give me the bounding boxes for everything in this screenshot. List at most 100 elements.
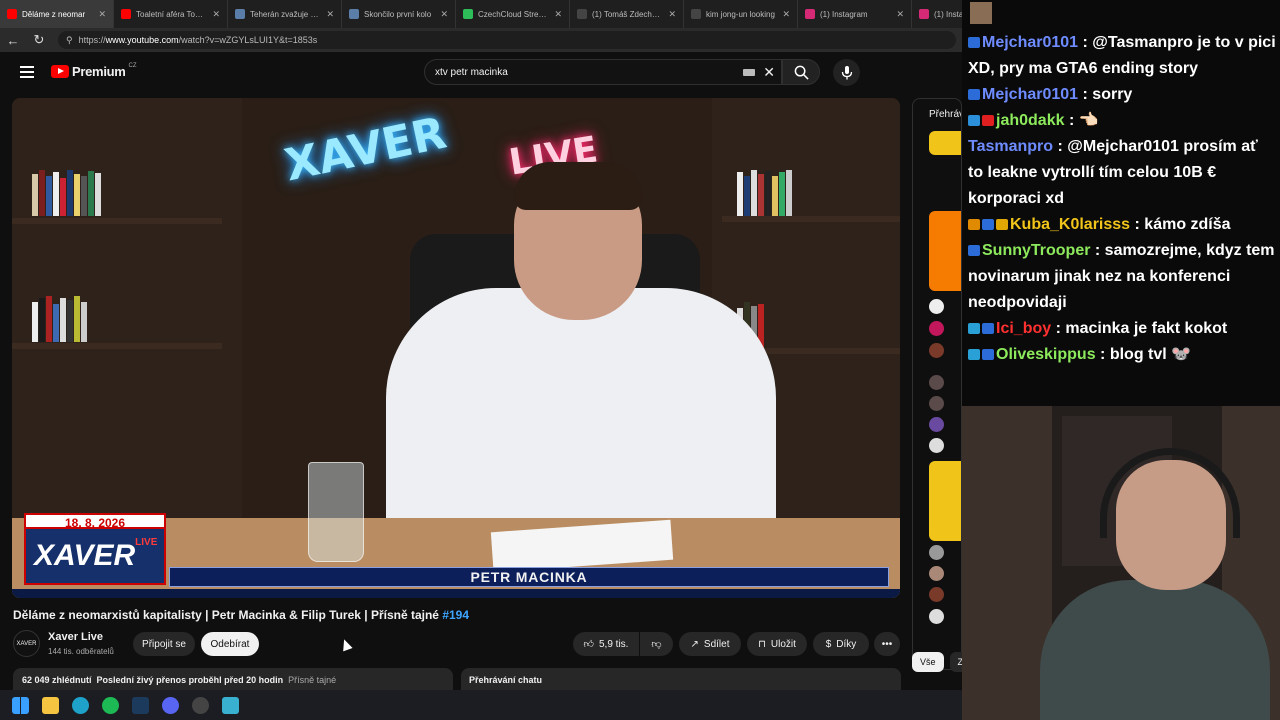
chat-badge-icon — [968, 349, 980, 360]
thanks-button[interactable]: $ Díky — [813, 632, 869, 656]
channel-name[interactable]: Xaver Live — [48, 631, 103, 643]
chat-badge-icon — [968, 115, 980, 126]
tab-favicon-icon — [349, 9, 359, 19]
browser-tab[interactable]: Toaletní aféra Tomia ✕ — [114, 0, 228, 28]
tab-favicon-icon — [7, 9, 17, 19]
search-icon — [794, 65, 809, 80]
tab-close-icon[interactable]: ✕ — [554, 9, 562, 20]
lower-third-name: PETR MACINKA — [169, 567, 889, 587]
video-title-text: Děláme z neomarxistů kapitalisty | Petr … — [13, 608, 439, 622]
tab-close-icon[interactable]: ✕ — [896, 9, 904, 20]
chat-user-avatar[interactable] — [929, 375, 944, 390]
superchat-card[interactable] — [929, 461, 961, 541]
chat-username: Tasmanpro — [968, 138, 1054, 155]
chat-user-avatar[interactable] — [929, 321, 944, 336]
search-button[interactable] — [782, 59, 820, 85]
clear-icon[interactable]: ✕ — [763, 64, 775, 81]
lower-third-strip — [12, 589, 900, 598]
chat-replay-bar[interactable]: Přehrávání chatu — [461, 668, 901, 690]
address-bar[interactable]: ⚲ https://www.youtube.com/watch?v=wZGYLs… — [58, 31, 956, 49]
chat-user-avatar[interactable] — [929, 545, 944, 560]
search-input[interactable]: xtv petr macinka ✕ — [424, 59, 782, 85]
file-explorer-icon[interactable] — [42, 696, 59, 714]
windows-start-icon[interactable] — [12, 696, 29, 714]
reload-icon[interactable]: ↻ — [32, 32, 46, 48]
chat-username: jah0dakk — [996, 112, 1065, 129]
subscribe-button[interactable]: Odebírat — [201, 632, 259, 656]
streamer-body — [1040, 580, 1270, 720]
chat-user-avatar[interactable] — [929, 566, 944, 581]
obs-icon[interactable] — [192, 696, 209, 714]
chat-badge-icon — [982, 219, 994, 230]
tab-title: (1) Instagr — [934, 9, 962, 19]
keyboard-icon[interactable] — [743, 68, 756, 76]
thumbs-down-icon: 👎︎ — [651, 639, 662, 650]
edge-browser-icon[interactable] — [72, 696, 89, 714]
browser-tab[interactable]: (1) Tomáš Zdechovsk ✕ — [570, 0, 684, 28]
chat-user-avatar[interactable] — [929, 299, 944, 314]
chat-user-avatar[interactable] — [929, 587, 944, 602]
description-box[interactable]: 62 049 zhlédnutí Poslední živý přenos pr… — [13, 668, 453, 690]
chat-badge-icon — [968, 323, 980, 334]
more-actions-button[interactable]: ••• — [874, 632, 900, 656]
channel-avatar[interactable]: XAVER — [13, 630, 40, 657]
steam-icon[interactable] — [132, 696, 149, 714]
stream-info: Poslední živý přenos proběhl před 20 hod… — [96, 675, 284, 685]
shelf-board — [12, 343, 222, 349]
view-count: 62 049 zhlédnutí — [22, 675, 92, 685]
filter-all-pill[interactable]: Vše — [912, 652, 944, 672]
chat-pinned-message[interactable] — [929, 131, 961, 155]
channel-avatar-text: XAVER — [16, 640, 37, 647]
chat-user-avatar[interactable] — [929, 609, 944, 624]
browser-tab[interactable]: kim jong-un looking ✕ — [684, 0, 798, 28]
chat-user-avatar[interactable] — [929, 396, 944, 411]
tab-title: Toaletní aféra Tomia — [136, 9, 208, 19]
chat-user-avatar[interactable] — [929, 417, 944, 432]
bookmark-icon: ⊓ — [758, 638, 766, 650]
share-button[interactable]: ↗ Sdílet — [679, 632, 741, 656]
shelf-board — [12, 218, 222, 224]
dislike-button[interactable]: 👎︎ — [640, 632, 673, 656]
browser-tab[interactable]: (1) Instagr✕ — [912, 0, 962, 28]
browser-tab[interactable]: CzechCloud Stream ✕ — [456, 0, 570, 28]
back-icon[interactable]: ← — [6, 33, 20, 48]
overlay-top-bar — [962, 0, 1280, 28]
notepad-icon[interactable] — [222, 696, 239, 714]
tab-close-icon[interactable]: ✕ — [98, 9, 106, 20]
tab-close-icon[interactable]: ✕ — [440, 9, 448, 20]
stream-chat-message: Mejchar0101 : sorry — [968, 82, 1276, 108]
youtube-premium-logo[interactable]: Premium CZ — [51, 62, 137, 79]
tab-favicon-icon — [235, 9, 245, 19]
like-button[interactable]: 👍︎ 5,9 tis. — [573, 632, 639, 656]
browser-tab-bar: Děláme z neomar ✕ Toaletní aféra Tomia ✕ Teh… — [0, 0, 962, 28]
logo-region: CZ — [128, 62, 137, 69]
chat-badge-icon — [982, 349, 994, 360]
save-button[interactable]: ⊓ Uložit — [747, 632, 807, 656]
chat-user-avatar[interactable] — [929, 438, 944, 453]
browser-tab[interactable]: Teherán zvažuje útok ✕ — [228, 0, 342, 28]
share-label: Sdílet — [703, 638, 730, 650]
menu-icon[interactable] — [20, 66, 34, 78]
tab-close-icon[interactable]: ✕ — [212, 9, 220, 20]
tab-close-icon[interactable]: ✕ — [668, 9, 676, 20]
browser-tab[interactable]: (1) Instagram ✕ — [798, 0, 912, 28]
stream-chat-overlay: Mejchar0101 : @Tasmanpro je to v pici XD… — [962, 28, 1280, 406]
superchat-card[interactable] — [929, 211, 961, 291]
join-button[interactable]: Připojit se — [133, 632, 195, 656]
spotify-icon[interactable] — [102, 696, 119, 714]
video-title-hashtag[interactable]: #194 — [442, 608, 469, 622]
discord-icon[interactable] — [162, 696, 179, 714]
video-player[interactable]: XAVER LIVE 18. 8. 2026 XAVER LIVE PETR MA… — [12, 98, 900, 598]
streamer-avatar — [970, 2, 992, 24]
chat-user-avatar[interactable] — [929, 343, 944, 358]
description-tag[interactable]: Přísně tajné — [288, 675, 336, 685]
site-info-icon[interactable]: ⚲ — [66, 35, 73, 46]
tab-close-icon[interactable]: ✕ — [782, 9, 790, 20]
tab-close-icon[interactable]: ✕ — [326, 9, 334, 20]
save-label: Uložit — [770, 638, 796, 650]
voice-search-button[interactable] — [833, 59, 860, 86]
browser-tab[interactable]: Děláme z neomar ✕ — [0, 0, 114, 28]
share-icon: ↗ — [690, 638, 699, 650]
browser-tab[interactable]: Skončilo první kolo ✕ — [342, 0, 456, 28]
youtube-chat-panel: Přehráv — [912, 98, 962, 670]
